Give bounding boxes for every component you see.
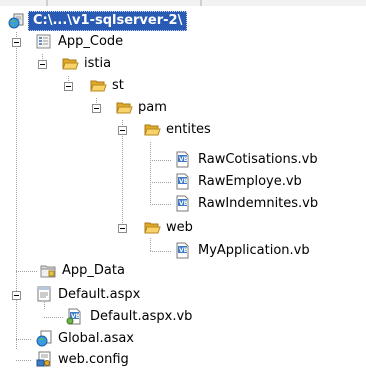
vb-codebehind-icon: VB — [66, 308, 83, 325]
collapse-toggle[interactable] — [12, 291, 21, 300]
tree-item-label[interactable]: App_Code — [56, 33, 125, 51]
tree-item-pam[interactable]: pam — [0, 98, 366, 118]
folder-open-icon — [62, 55, 79, 72]
svg-text:VB: VB — [179, 156, 189, 163]
data-folder-icon — [40, 262, 57, 279]
aspx-page-icon — [36, 286, 53, 303]
tree-item-web[interactable]: web — [0, 218, 366, 238]
tree-item-default-aspx-vb[interactable]: VB Default.aspx.vb — [0, 307, 366, 327]
tree-item-label[interactable]: istia — [82, 55, 113, 73]
vb-file-icon: VB — [174, 195, 191, 212]
special-folder-icon — [36, 33, 53, 50]
collapse-toggle[interactable] — [64, 82, 73, 91]
tree-item-label[interactable]: st — [110, 77, 126, 95]
tree-item-label[interactable]: MyApplication.vb — [196, 242, 312, 260]
tree-item-label[interactable]: web.config — [56, 351, 131, 369]
tree-item-rawindemnites[interactable]: VB RawIndemnites.vb — [0, 194, 366, 214]
tree-item-app-data[interactable]: App_Data — [0, 261, 366, 281]
tree-item-default-aspx[interactable]: Default.aspx — [0, 285, 366, 305]
project-globe-icon — [8, 12, 25, 29]
svg-text:VB: VB — [179, 247, 189, 254]
collapse-toggle[interactable] — [38, 60, 47, 69]
tree-item-entites[interactable]: entites — [0, 120, 366, 140]
tree-item-myapplication[interactable]: VB MyApplication.vb — [0, 241, 366, 261]
collapse-toggle[interactable] — [92, 104, 101, 113]
tree-item-istia[interactable]: istia — [0, 54, 366, 74]
tree-item-label[interactable]: App_Data — [60, 262, 127, 280]
tree-item-label[interactable]: Default.aspx.vb — [88, 308, 194, 326]
tree-item-label[interactable]: RawCotisations.vb — [196, 151, 320, 169]
tree-root-row[interactable]: C:\...\v1-sqlserver-2\ — [0, 10, 366, 31]
folder-open-icon — [144, 219, 161, 236]
svg-text:VB: VB — [179, 200, 189, 207]
tree-item-web-config[interactable]: web.config — [0, 350, 366, 370]
vb-file-icon: VB — [174, 242, 191, 259]
tree-item-rawcotisations[interactable]: VB RawCotisations.vb — [0, 150, 366, 170]
vb-file-icon: VB — [174, 173, 191, 190]
solution-explorer-tree: C:\...\v1-sqlserver-2\ App_Code istia st… — [0, 0, 366, 372]
tree-item-label[interactable]: pam — [136, 99, 169, 117]
tree-item-app-code[interactable]: App_Code — [0, 32, 366, 52]
tree-root-label[interactable]: C:\...\v1-sqlserver-2\ — [28, 11, 188, 31]
tree-item-label[interactable]: RawEmploye.vb — [196, 173, 304, 191]
tree-item-label[interactable]: Global.asax — [56, 330, 136, 348]
tree-item-label[interactable]: entites — [164, 121, 213, 139]
collapse-toggle[interactable] — [118, 224, 127, 233]
collapse-toggle[interactable] — [118, 126, 127, 135]
tree-item-rawemploye[interactable]: VB RawEmploye.vb — [0, 172, 366, 192]
folder-open-icon — [116, 99, 133, 116]
global-asax-icon — [36, 330, 53, 347]
vb-file-icon: VB — [174, 151, 191, 168]
tree-item-label[interactable]: web — [164, 219, 195, 237]
config-file-icon — [36, 351, 53, 368]
collapse-toggle[interactable] — [12, 38, 21, 47]
tree-item-st[interactable]: st — [0, 76, 366, 96]
svg-text:VB: VB — [179, 178, 189, 185]
tree-item-label[interactable]: Default.aspx — [56, 286, 142, 304]
tree-item-label[interactable]: RawIndemnites.vb — [196, 195, 320, 213]
folder-open-icon — [90, 77, 107, 94]
tree-item-global-asax[interactable]: Global.asax — [0, 329, 366, 349]
folder-open-icon — [144, 121, 161, 138]
